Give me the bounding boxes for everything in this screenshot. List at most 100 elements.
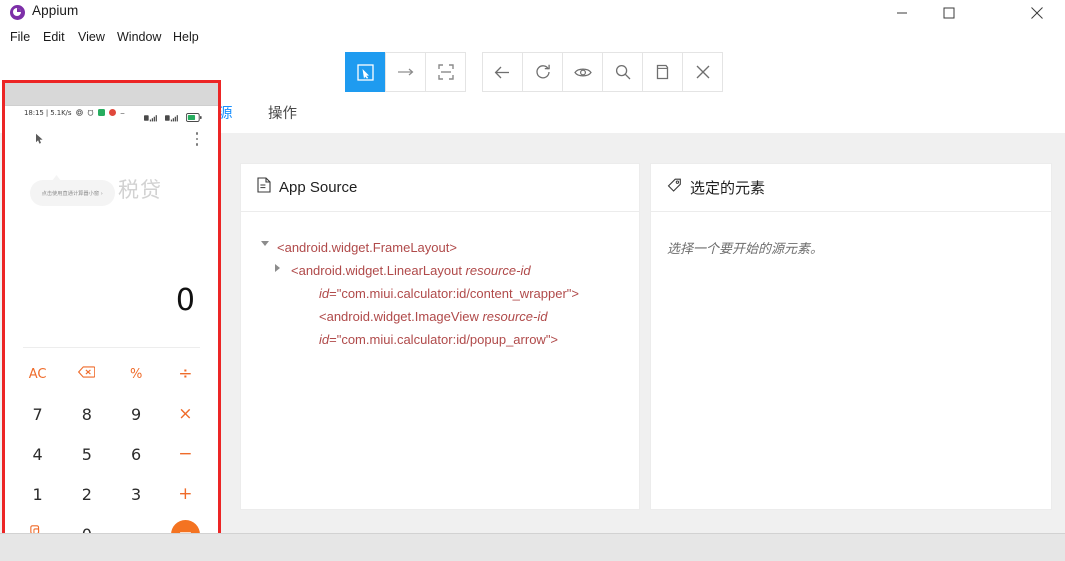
key-5[interactable]: 5 xyxy=(62,445,111,464)
menu-item-edit[interactable]: Edit xyxy=(39,29,69,45)
selected-element-body: 选择一个要开始的源元素。 xyxy=(651,212,1051,271)
menu-item-help[interactable]: Help xyxy=(169,29,203,45)
sim1-signal-icon xyxy=(144,109,162,126)
source-tree: <android.widget.FrameLayout> <android.wi… xyxy=(257,236,623,351)
status-network-speed: 5.1K/s xyxy=(50,109,72,117)
backspace-icon[interactable] xyxy=(62,366,111,382)
back-arrow-icon[interactable] xyxy=(482,52,523,92)
title-bar: Appium xyxy=(0,0,1065,25)
device-screen[interactable]: 18:15 | 5.1K/s 点击使用直通计算器小窗 › 税贷 0 AC % ÷… xyxy=(13,106,210,546)
attr-id-key: id xyxy=(319,286,330,301)
menu-item-view[interactable]: View xyxy=(74,29,109,45)
pointer-cursor-icon xyxy=(35,132,46,150)
key-minus[interactable]: − xyxy=(161,444,210,464)
key-9[interactable]: 9 xyxy=(112,405,161,424)
maximize-icon[interactable] xyxy=(926,0,972,25)
selected-element-empty-message: 选择一个要开始的源元素。 xyxy=(667,241,824,256)
key-6[interactable]: 6 xyxy=(112,445,161,464)
eye-icon[interactable] xyxy=(562,52,603,92)
status-separator: | xyxy=(45,109,49,117)
tree-node-framelayout[interactable]: <android.widget.FrameLayout> xyxy=(261,236,623,259)
refresh-icon[interactable] xyxy=(522,52,563,92)
attr-id-key-2: id xyxy=(319,332,330,347)
calculator-tooltip-text: 点击使用直通计算器小窗 › xyxy=(41,191,104,197)
alarm-icon xyxy=(87,109,94,118)
keypad-row: 7 8 9 × xyxy=(13,394,210,434)
swipe-arrow-icon[interactable] xyxy=(385,52,426,92)
tree-node-imageview[interactable]: <android.widget.ImageView resource-id xyxy=(319,305,623,328)
tooltip-tail xyxy=(52,175,61,181)
search-icon[interactable] xyxy=(602,52,643,92)
status-bar-right xyxy=(144,109,202,127)
calculator-display-value: 0 xyxy=(175,283,195,318)
tag-icon xyxy=(667,178,682,198)
tree-node-imageview-attr-value: ="com.miui.calculator:id/popup_arrow"> xyxy=(329,332,559,347)
sim2-signal-icon xyxy=(164,109,183,126)
tab-actions-label: 操作 xyxy=(268,106,297,122)
status-time: 18:15 xyxy=(24,109,44,117)
tree-node-linearlayout[interactable]: <android.widget.LinearLayout resource-id xyxy=(275,259,623,282)
key-divide[interactable]: ÷ xyxy=(161,364,210,384)
key-3[interactable]: 3 xyxy=(112,485,161,504)
device-screenshot-panel[interactable]: 18:15 | 5.1K/s 点击使用直通计算器小窗 › 税贷 0 AC % ÷… xyxy=(2,80,221,549)
battery-icon xyxy=(185,109,202,126)
dot-icon xyxy=(120,110,125,118)
tree-node-linearlayout-attr-value: ="com.miui.calculator:id/content_wrapper… xyxy=(329,286,579,301)
app-source-title: App Source xyxy=(279,179,358,196)
gear-icon xyxy=(75,109,83,118)
toolbar-group-session xyxy=(482,52,723,92)
keypad-row: AC % ÷ xyxy=(13,354,210,394)
tree-node-imageview-attr: resource-id xyxy=(482,309,548,324)
minimize-icon[interactable] xyxy=(879,0,925,25)
calculator-tooltip[interactable]: 点击使用直通计算器小窗 › xyxy=(30,175,115,206)
key-8[interactable]: 8 xyxy=(62,405,111,424)
tree-node-linearlayout-attr-value-line: id="com.miui.calculator:id/content_wrapp… xyxy=(319,282,623,305)
select-element-icon[interactable] xyxy=(345,52,386,92)
keypad-divider xyxy=(23,347,200,348)
key-multiply[interactable]: × xyxy=(161,404,210,424)
key-7[interactable]: 7 xyxy=(13,405,62,424)
close-icon[interactable] xyxy=(1009,0,1065,25)
tree-node-linearlayout-attr: resource-id xyxy=(465,263,531,278)
key-ac[interactable]: AC xyxy=(13,367,62,382)
calculator-display: 0 xyxy=(13,226,210,336)
key-plus[interactable]: + xyxy=(161,484,210,504)
key-percent[interactable]: % xyxy=(112,367,161,382)
chevron-down-icon[interactable] xyxy=(261,241,269,246)
appium-logo-icon xyxy=(10,5,25,20)
tree-node-linearlayout-label: <android.widget.LinearLayout xyxy=(291,263,466,278)
app-source-panel: App Source <android.widget.FrameLayout> … xyxy=(240,163,640,510)
key-4[interactable]: 4 xyxy=(13,445,62,464)
document-icon xyxy=(257,177,271,198)
close-x-icon[interactable] xyxy=(682,52,723,92)
calculator-app-header xyxy=(13,127,210,153)
keypad-row: 1 2 3 + xyxy=(13,474,210,514)
app-source-body: <android.widget.FrameLayout> <android.wi… xyxy=(241,212,639,365)
tree-node-imageview-label: <android.widget.ImageView xyxy=(319,309,483,324)
app-source-header: App Source xyxy=(241,164,639,212)
tree-node-framelayout-label: <android.widget.FrameLayout> xyxy=(277,240,457,255)
appium-inspector-window: Appium File Edit View Window Help 源 操作 A… xyxy=(0,0,1065,561)
device-status-bar: 18:15 | 5.1K/s xyxy=(13,106,210,126)
selected-element-title: 选定的元素 xyxy=(690,180,766,197)
menu-item-file[interactable]: File xyxy=(6,29,34,45)
green-app-icon xyxy=(97,109,105,116)
keypad-row: 4 5 6 − xyxy=(13,434,210,474)
key-1[interactable]: 1 xyxy=(13,485,62,504)
tree-node-imageview-attr-value-line: id="com.miui.calculator:id/popup_arrow"> xyxy=(319,328,623,351)
chevron-right-icon[interactable] xyxy=(275,264,280,272)
selected-element-header: 选定的元素 xyxy=(651,164,1051,212)
toolbar-group-interaction xyxy=(345,52,466,92)
copy-icon[interactable] xyxy=(642,52,683,92)
calculator-watermark: 税贷 xyxy=(118,178,162,202)
calculator-keypad: AC % ÷ 7 8 9 × 4 5 6 − 1 2 3 + xyxy=(13,354,210,546)
kebab-menu-icon[interactable] xyxy=(195,132,198,149)
bottom-status-bar xyxy=(0,533,1065,561)
selected-element-panel: 选定的元素 选择一个要开始的源元素。 xyxy=(650,163,1052,510)
menu-item-window[interactable]: Window xyxy=(113,29,165,45)
tab-actions[interactable]: 操作 xyxy=(268,102,297,123)
key-2[interactable]: 2 xyxy=(62,485,111,504)
window-title: Appium xyxy=(32,3,79,18)
red-app-icon xyxy=(108,109,116,116)
tap-by-coordinates-icon[interactable] xyxy=(425,52,466,92)
